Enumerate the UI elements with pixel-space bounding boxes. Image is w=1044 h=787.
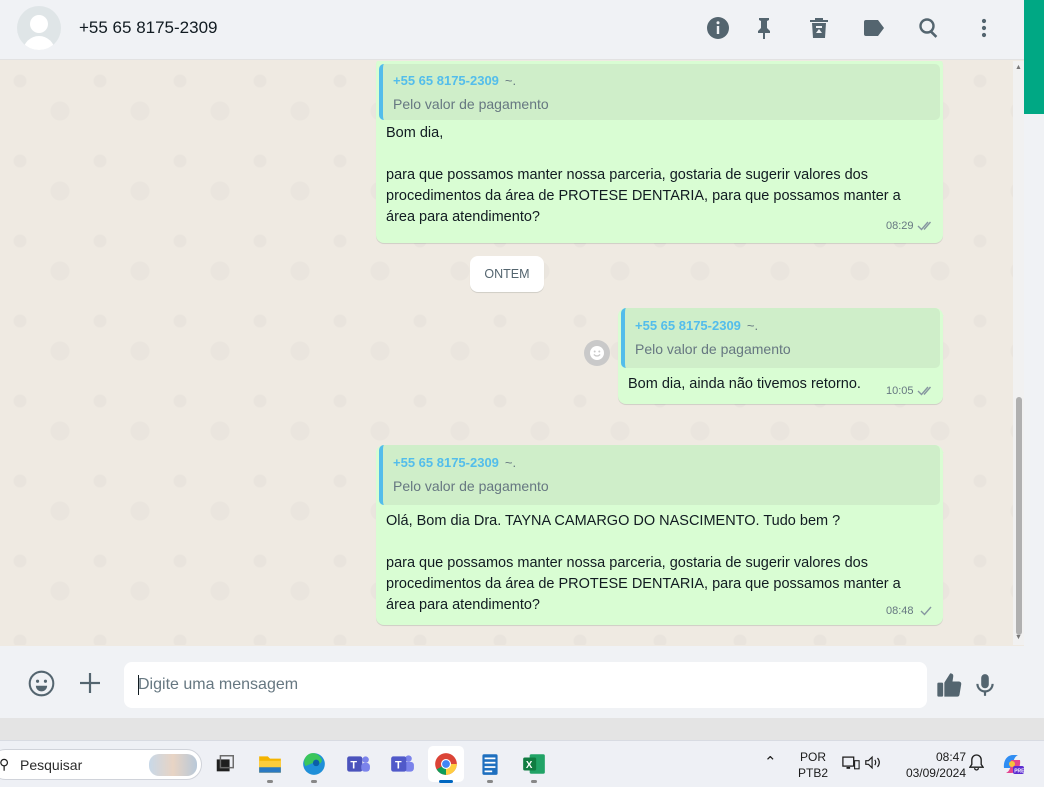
search-icon[interactable] [916,14,942,42]
notification-bell-icon[interactable] [968,754,985,775]
side-panel-edge [1024,0,1044,740]
microphone-icon[interactable] [972,670,998,700]
double-check-icon [917,386,931,396]
message-list[interactable]: +55 65 8175-2309 ~. Pelo valor de pagamen… [0,61,1024,645]
quoted-text: Pelo valor de pagamento [635,341,791,357]
teams-work-icon[interactable]: T [384,746,420,782]
quoted-author: +55 65 8175-2309 ~. [393,455,517,470]
notepad-icon[interactable] [472,746,508,783]
clock[interactable]: 08:47 03/09/2024 [896,749,966,781]
taskbar-search[interactable]: ⚲ Pesquisar [0,749,202,780]
scroll-down-arrow-icon[interactable]: ▼ [1015,634,1022,641]
file-explorer-icon[interactable] [252,746,288,783]
attach-plus-icon[interactable] [76,669,104,697]
double-check-icon [917,221,931,231]
chat-header: +55 65 8175-2309 [0,0,1024,60]
keyboard-layout: PTB2 [797,766,828,780]
date-divider: ONTEM [470,256,544,292]
quoted-text: Pelo valor de pagamento [393,478,549,494]
clock-time: 08:47 [935,750,966,764]
quoted-author: +55 65 8175-2309 ~. [635,318,759,333]
message-meta: 08:29 [886,220,935,232]
search-highlight-art [149,754,197,776]
contact-avatar[interactable] [17,6,61,50]
volume-icon[interactable] [864,755,882,774]
emoji-icon[interactable] [27,669,55,697]
task-view-icon[interactable] [207,746,243,782]
quoted-message[interactable]: +55 65 8175-2309 ~. Pelo valor de pagamen… [379,64,940,120]
delete-icon[interactable] [806,14,832,42]
desktop-gap [0,718,1044,740]
edge-browser-icon[interactable] [296,746,332,783]
quoted-text: Pelo valor de pagamento [393,96,549,112]
message-text: Bom dia, ainda não tivemos retorno. [628,376,861,392]
label-icon[interactable] [861,14,887,42]
whatsapp-window: +55 65 8175-2309 +55 65 8175-2309 ~. Pelo… [0,0,1024,718]
svg-text:PRE: PRE [1014,768,1024,774]
message-meta: 10:05 [886,385,935,397]
tray-chevron-up-icon[interactable]: ⌃ [764,755,777,771]
info-icon[interactable] [705,14,731,42]
svg-text:T: T [350,759,357,771]
reaction-emoji-icon[interactable] [584,340,610,366]
network-icon[interactable] [842,755,860,774]
windows-taskbar: ⚲ Pesquisar T T X ⌃ POR PTB2 08:47 03/09… [0,740,1044,787]
quoted-message[interactable]: +55 65 8175-2309 ~. Pelo valor de pagamen… [621,308,940,368]
search-glass-icon: ⚲ [0,756,10,772]
single-check-icon [920,606,932,616]
language-code: POR [799,750,826,764]
quoted-author: +55 65 8175-2309 ~. [393,73,517,88]
message-input[interactable] [138,662,908,708]
message-time: 10:05 [886,385,914,397]
message-bubble[interactable]: +55 65 8175-2309 ~. Pelo valor de pagamen… [618,308,943,404]
chrome-browser-icon[interactable] [428,746,464,783]
message-time: 08:48 [886,605,914,617]
language-indicator[interactable]: POR PTB2 [796,749,830,781]
message-time: 08:29 [886,220,914,232]
svg-text:X: X [526,760,533,771]
svg-text:T: T [395,759,402,771]
scroll-up-arrow-icon[interactable]: ▲ [1015,64,1022,71]
message-bubble[interactable]: +55 65 8175-2309 ~. Pelo valor de pagamen… [376,61,943,243]
thumbs-up-icon[interactable] [934,670,964,700]
scrollbar-thumb[interactable] [1016,397,1022,635]
message-input-box[interactable] [124,662,927,708]
clock-date: 03/09/2024 [905,766,966,780]
pin-icon[interactable] [751,14,777,42]
contact-name[interactable]: +55 65 8175-2309 [79,18,218,38]
message-text: Olá, Bom dia Dra. TAYNA CAMARGO DO NASCI… [386,513,901,613]
taskbar-search-label: Pesquisar [20,757,83,773]
excel-icon[interactable]: X [516,746,552,783]
message-meta: 08:48 [886,605,935,617]
quoted-message[interactable]: +55 65 8175-2309 ~. Pelo valor de pagamen… [379,445,940,505]
message-text: Bom dia, para que possamos manter nossa … [386,125,901,225]
menu-icon[interactable] [971,14,997,42]
composer-bar [0,646,1024,718]
copilot-icon[interactable]: PRE [1000,752,1025,780]
message-bubble[interactable]: +55 65 8175-2309 ~. Pelo valor de pagamen… [376,445,943,625]
teams-personal-icon[interactable]: T [340,746,376,782]
